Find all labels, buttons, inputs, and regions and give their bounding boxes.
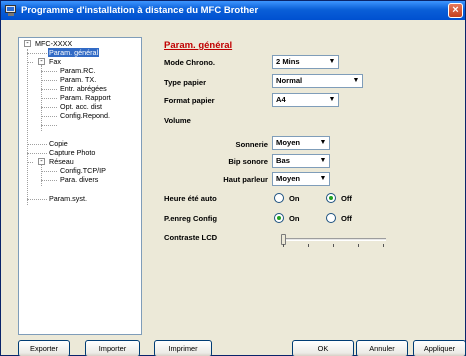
sonnerie-select[interactable]: Moyen ▼ bbox=[272, 136, 330, 150]
type-papier-label: Type papier bbox=[164, 78, 207, 87]
window-title: Programme d'installation à distance du M… bbox=[21, 5, 259, 16]
collapse-icon[interactable]: - bbox=[38, 58, 45, 65]
tree-item-capture-photo[interactable]: Capture Photo bbox=[48, 148, 96, 157]
chevron-down-icon: ▼ bbox=[316, 137, 329, 149]
slider-tick bbox=[333, 244, 334, 247]
remote-setup-window: Programme d'installation à distance du M… bbox=[0, 0, 466, 356]
export-button[interactable]: Exporter bbox=[18, 340, 70, 356]
p-enreg-off-label: Off bbox=[341, 213, 352, 223]
slider-tick bbox=[383, 244, 384, 247]
mode-chrono-select[interactable]: 2 Mins ▼ bbox=[272, 55, 339, 69]
mode-chrono-value: 2 Mins bbox=[276, 57, 300, 66]
bip-sonore-label: Bip sonore bbox=[228, 157, 268, 166]
sonnerie-label: Sonnerie bbox=[235, 140, 269, 149]
slider-track bbox=[281, 238, 386, 241]
close-button[interactable]: × bbox=[448, 3, 463, 18]
tree-item-reseau[interactable]: Réseau bbox=[48, 157, 75, 166]
heure-ete-on-radio[interactable]: On bbox=[274, 193, 300, 203]
volume-label: Volume bbox=[164, 116, 191, 125]
settings-tree[interactable]: - MFC-XXXX Param. général - Fax Param.RC… bbox=[18, 37, 142, 335]
slider-tick bbox=[358, 244, 359, 247]
settings-panel: Param. général Mode Chrono. 2 Mins ▼ Typ… bbox=[151, 37, 451, 333]
tree-item-copie[interactable]: Copie bbox=[48, 139, 69, 148]
heure-ete-off-radio[interactable]: Off bbox=[326, 193, 352, 203]
title-bar[interactable]: Programme d'installation à distance du M… bbox=[1, 1, 465, 20]
haut-parleur-label: Haut parleur bbox=[223, 175, 268, 184]
tree-item-param-general[interactable]: Param. général bbox=[48, 48, 100, 57]
import-button[interactable]: Importer bbox=[85, 340, 140, 356]
radio-off-icon bbox=[274, 193, 284, 203]
haut-parleur-select[interactable]: Moyen ▼ bbox=[272, 172, 330, 186]
print-button[interactable]: Imprimer bbox=[154, 340, 212, 356]
haut-parleur-value: Moyen bbox=[276, 174, 301, 183]
radio-off-icon bbox=[326, 213, 336, 223]
tree-item-root[interactable]: MFC-XXXX bbox=[34, 39, 73, 48]
radio-on-icon bbox=[326, 193, 336, 203]
ok-button[interactable]: OK bbox=[292, 340, 354, 356]
type-papier-select[interactable]: Normal ▼ bbox=[272, 74, 363, 88]
chevron-down-icon: ▼ bbox=[349, 75, 362, 87]
chevron-down-icon: ▼ bbox=[316, 155, 329, 167]
tree-item-param-rapport[interactable]: Param. Rapport bbox=[59, 93, 112, 102]
tree-item-entr-abregees[interactable]: Entr. abrégées bbox=[59, 84, 108, 93]
format-papier-label: Format papier bbox=[164, 96, 215, 105]
tree-item-param-tx[interactable]: Param. TX. bbox=[59, 75, 97, 84]
heure-ete-off-label: Off bbox=[341, 193, 352, 203]
chevron-down-icon: ▼ bbox=[325, 56, 338, 68]
p-enreg-on-radio[interactable]: On bbox=[274, 213, 300, 223]
sonnerie-value: Moyen bbox=[276, 138, 301, 147]
contraste-lcd-label: Contraste LCD bbox=[164, 233, 218, 242]
slider-tick bbox=[308, 244, 309, 247]
radio-on-icon bbox=[274, 213, 284, 223]
contraste-lcd-slider[interactable] bbox=[281, 234, 386, 248]
tree-item-para-divers[interactable]: Para. divers bbox=[59, 175, 99, 184]
panel-title: Param. général bbox=[164, 40, 233, 51]
collapse-icon[interactable]: - bbox=[38, 158, 45, 165]
format-papier-value: A4 bbox=[276, 95, 286, 104]
bip-sonore-value: Bas bbox=[276, 156, 290, 165]
tree-item-param-syst[interactable]: Param.syst. bbox=[48, 194, 88, 203]
tree-item-fax[interactable]: Fax bbox=[48, 57, 62, 66]
chevron-down-icon: ▼ bbox=[325, 94, 338, 106]
computer-icon bbox=[5, 5, 18, 16]
p-enreg-label: P.enreg Config bbox=[164, 214, 218, 223]
collapse-icon[interactable]: - bbox=[24, 40, 31, 47]
heure-ete-label: Heure été auto bbox=[164, 194, 217, 203]
type-papier-value: Normal bbox=[276, 76, 303, 85]
cancel-button[interactable]: Annuler bbox=[356, 340, 408, 356]
heure-ete-on-label: On bbox=[289, 193, 300, 203]
p-enreg-off-radio[interactable]: Off bbox=[326, 213, 352, 223]
tree-item-opt-acc-dist[interactable]: Opt. acc. dist bbox=[59, 102, 103, 111]
bip-sonore-select[interactable]: Bas ▼ bbox=[272, 154, 330, 168]
p-enreg-on-label: On bbox=[289, 213, 300, 223]
tree-item-config-repond[interactable]: Config.Repond. bbox=[59, 111, 111, 120]
format-papier-select[interactable]: A4 ▼ bbox=[272, 93, 339, 107]
tree-item-config-tcpip[interactable]: Config.TCP/IP bbox=[59, 166, 107, 175]
tree-item-param-rc[interactable]: Param.RC. bbox=[59, 66, 97, 75]
slider-tick bbox=[283, 244, 284, 247]
apply-button[interactable]: Appliquer bbox=[413, 340, 466, 356]
mode-chrono-label: Mode Chrono. bbox=[164, 58, 216, 67]
chevron-down-icon: ▼ bbox=[316, 173, 329, 185]
